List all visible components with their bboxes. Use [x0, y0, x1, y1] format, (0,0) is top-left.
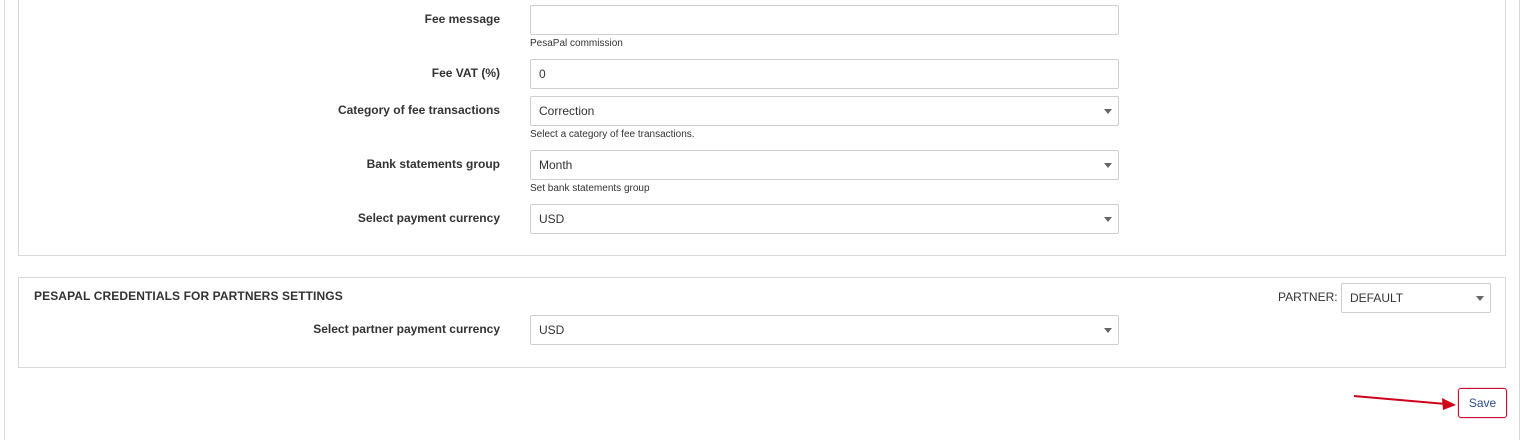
fee-message-help: PesaPal commission: [530, 38, 623, 49]
fee-category-help: Select a category of fee transactions.: [530, 129, 695, 140]
caret-down-icon: [1104, 328, 1112, 333]
bank-statements-group-help: Set bank statements group: [530, 183, 650, 194]
partner-select[interactable]: DEFAULT: [1341, 283, 1491, 313]
fee-category-value: Correction: [539, 104, 595, 118]
partner-currency-value: USD: [539, 323, 565, 337]
bank-statements-group-label: Bank statements group: [366, 157, 500, 171]
partner-select-value: DEFAULT: [1350, 291, 1404, 305]
fee-vat-label: Fee VAT (%): [431, 66, 500, 80]
fee-message-label: Fee message: [424, 12, 500, 26]
fee-category-label: Category of fee transactions: [337, 103, 500, 117]
fee-vat-input[interactable]: 0: [530, 59, 1119, 89]
caret-down-icon: [1104, 109, 1112, 114]
arrow-right-icon: [1353, 395, 1456, 410]
fee-message-input[interactable]: [530, 5, 1119, 35]
fee-category-select[interactable]: Correction: [530, 96, 1119, 126]
partner-currency-label: Select partner payment currency: [313, 322, 500, 336]
partner-currency-select[interactable]: USD: [530, 315, 1119, 345]
payment-currency-select[interactable]: USD: [530, 204, 1119, 234]
bank-statements-group-value: Month: [539, 158, 573, 172]
caret-down-icon: [1104, 217, 1112, 222]
payment-currency-value: USD: [539, 212, 565, 226]
partner-label: PARTNER:: [1278, 290, 1338, 304]
caret-down-icon: [1104, 163, 1112, 168]
payment-currency-label: Select payment currency: [357, 211, 500, 225]
caret-down-icon: [1476, 296, 1484, 301]
save-button[interactable]: Save: [1458, 388, 1507, 418]
bank-statements-group-select[interactable]: Month: [530, 150, 1119, 180]
section-title: PESAPAL CREDENTIALS FOR PARTNERS SETTING…: [34, 289, 343, 303]
